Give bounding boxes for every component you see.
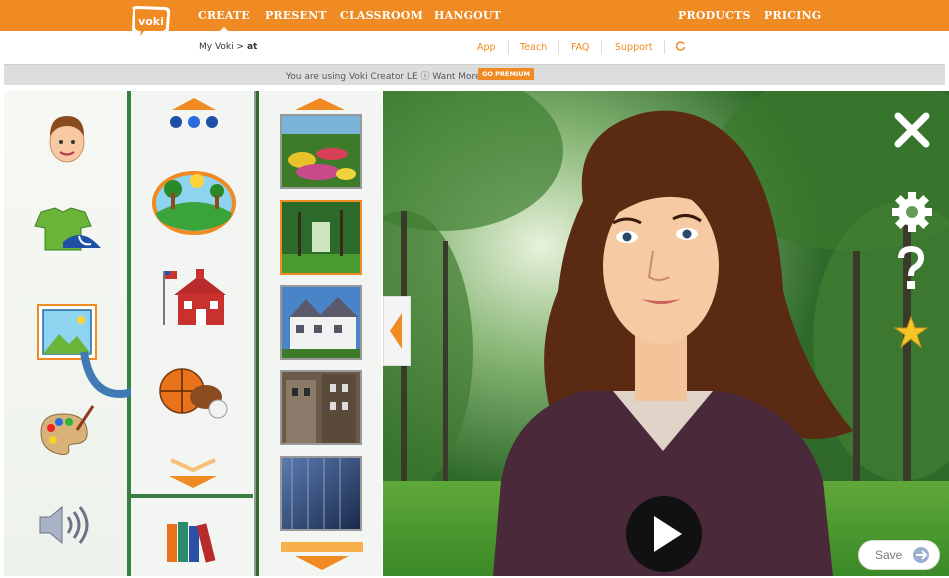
gear-icon[interactable] — [890, 190, 934, 234]
speaker-icon[interactable] — [38, 505, 94, 545]
chevron-left-icon — [390, 313, 402, 349]
park-trees-image — [282, 202, 360, 273]
books-icon[interactable] — [165, 520, 221, 564]
sports-balls-icon[interactable] — [156, 363, 232, 421]
flower-garden-image — [282, 116, 360, 187]
voki-logo[interactable]: voki — [127, 4, 173, 44]
go-premium-button[interactable]: GO PREMIUM — [478, 68, 534, 80]
white-house-image — [282, 287, 360, 358]
refresh-icon[interactable] — [676, 41, 686, 51]
link-faq[interactable]: FAQ — [571, 42, 589, 53]
arrow-right-icon — [913, 547, 929, 563]
voki-app: voki CREATE PRESENT CLASSROOM HANGOUT PR… — [0, 0, 949, 578]
link-support[interactable]: Support — [615, 42, 653, 53]
divider — [508, 40, 509, 54]
nav-present[interactable]: PRESENT — [265, 9, 327, 22]
boy-face-icon[interactable] — [44, 112, 90, 166]
save-button[interactable]: Save — [858, 540, 940, 570]
nav-products[interactable]: PRODUCTS — [678, 9, 751, 22]
close-icon[interactable] — [892, 110, 932, 150]
blue-skyscraper-image — [282, 458, 360, 529]
nav-classroom[interactable]: CLASSROOM — [340, 9, 423, 22]
breadcrumb-current: at — [246, 42, 258, 52]
shirt-cap-icon[interactable] — [33, 206, 103, 264]
breadcrumb-separator: > — [236, 42, 245, 52]
plan-notice: You are using Voki Creator LE ⓘ Want Mor… — [286, 72, 486, 82]
background-thumb-park-trees[interactable] — [280, 200, 362, 275]
breadcrumb-root[interactable]: My Voki — [199, 42, 234, 52]
link-app[interactable]: App — [477, 42, 496, 53]
save-label: Save — [875, 548, 903, 562]
divider — [664, 40, 665, 54]
background-thumb-blue-skyscraper[interactable] — [280, 456, 362, 531]
schoolhouse-icon[interactable] — [160, 265, 228, 327]
divider — [601, 40, 602, 54]
background-thumb-flower-garden[interactable] — [280, 114, 362, 189]
link-teach[interactable]: Teach — [520, 42, 547, 53]
play-button[interactable] — [624, 494, 704, 574]
nav-create[interactable]: CREATE — [198, 9, 250, 32]
nav-pricing[interactable]: PRICING — [764, 9, 821, 22]
star-icon[interactable] — [894, 315, 928, 349]
question-icon[interactable] — [896, 246, 926, 290]
scroll-up-icon[interactable] — [168, 96, 220, 130]
divider — [558, 40, 559, 54]
background-thumb-white-house[interactable] — [280, 285, 362, 360]
background-thumb-old-buildings[interactable] — [280, 370, 362, 445]
breadcrumb: My Voki > at — [199, 42, 257, 52]
collapse-panel-button[interactable] — [383, 296, 411, 366]
scroll-down-icon[interactable] — [165, 456, 221, 490]
scroll-up-icon[interactable] — [293, 96, 347, 112]
landscape-icon[interactable] — [151, 163, 237, 235]
svg-text:voki: voki — [138, 15, 164, 28]
old-buildings-image — [282, 372, 360, 443]
panel-separator — [131, 494, 253, 498]
palette-icon[interactable] — [37, 404, 95, 456]
nav-hangout[interactable]: HANGOUT — [434, 9, 501, 22]
scroll-down-icon[interactable] — [281, 542, 363, 572]
